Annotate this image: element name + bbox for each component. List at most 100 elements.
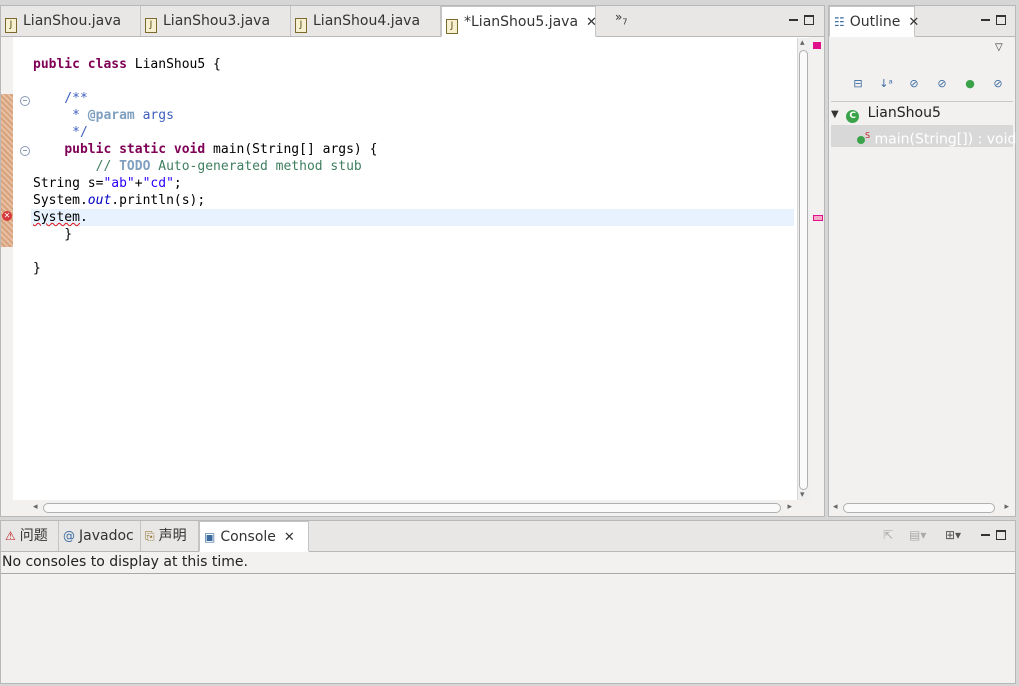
code-line-1: public class LianShou5 {: [33, 57, 221, 72]
tab-label: *LianShou5.java: [464, 14, 579, 30]
code-line-5: */: [33, 125, 88, 140]
close-icon[interactable]: ✕: [908, 15, 919, 30]
maximize-icon[interactable]: [996, 529, 1006, 540]
code-editor[interactable]: − − ✕ public class LianShou5 { /** * @pa…: [1, 37, 823, 500]
quick-diff-ruler: [1, 94, 13, 247]
tab-lianshou5[interactable]: J *LianShou5.java ✕: [441, 6, 597, 37]
fold-collapse-icon[interactable]: −: [20, 96, 30, 106]
scroll-thumb[interactable]: [843, 503, 995, 513]
current-line-highlight: [31, 209, 794, 226]
scroll-right-icon[interactable]: ▸: [1004, 502, 1009, 512]
open-console-icon[interactable]: ⊞▾: [945, 528, 961, 542]
outline-title: Outline: [849, 14, 901, 30]
collapse-all-icon[interactable]: ⊟: [851, 77, 865, 91]
tab-problems[interactable]: ⚠ 问题: [1, 521, 59, 551]
code-line-4: * @param args: [33, 108, 174, 123]
hide-static-icon[interactable]: ⊘: [935, 77, 949, 91]
java-file-icon: J: [446, 19, 458, 34]
horizontal-scrollbar[interactable]: ◂ ▸: [31, 501, 794, 515]
error-icon[interactable]: ✕: [2, 211, 12, 221]
class-icon: C: [846, 110, 860, 123]
editor-window-controls: [789, 12, 814, 26]
tab-label: LianShou.java: [23, 13, 122, 29]
hide-fields-icon[interactable]: ⊘: [907, 77, 921, 91]
java-file-icon: J: [5, 18, 17, 33]
code-line-6: public static void main(String[] args) {: [64, 142, 378, 157]
tree-expand-icon[interactable]: ▼: [831, 109, 839, 120]
console-body: No consoles to display at this time.: [1, 552, 1015, 683]
javadoc-icon: @: [63, 529, 75, 543]
code-line-8: String s="ab"+"cd";: [33, 176, 182, 191]
outline-icon: ☷: [834, 15, 845, 29]
hide-local-types-icon[interactable]: ⊘: [991, 77, 1005, 91]
editor-part: J LianShou.java J LianShou3.java J LianShou…: [0, 5, 825, 517]
sort-icon[interactable]: ↓ᵃ: [879, 77, 893, 91]
overflow-count: 7: [622, 17, 628, 27]
maximize-icon[interactable]: [804, 14, 814, 25]
error-overview-marker[interactable]: [813, 215, 823, 221]
code-line-13: }: [33, 261, 41, 276]
tab-lianshou3[interactable]: J LianShou3.java: [141, 6, 291, 36]
pin-console-icon[interactable]: ⇱: [883, 528, 893, 542]
tab-label: LianShou4.java: [313, 13, 421, 29]
scroll-left-icon[interactable]: ◂: [833, 502, 838, 512]
java-file-icon: J: [295, 18, 307, 33]
scroll-thumb[interactable]: [43, 503, 781, 513]
minimize-icon[interactable]: [981, 18, 990, 21]
tab-lianshou4[interactable]: J LianShou4.java: [291, 6, 441, 36]
outline-tab-bar: ☷ Outline ✕: [829, 6, 1015, 37]
tab-lianshou[interactable]: J LianShou.java: [1, 6, 141, 36]
view-menu-icon[interactable]: ▽: [995, 42, 1003, 53]
console-window-controls: [981, 527, 1006, 541]
display-console-icon[interactable]: ▤▾: [909, 528, 926, 542]
java-file-icon: J: [145, 18, 157, 33]
outline-method-node[interactable]: S main(String[]) : void: [831, 125, 1016, 148]
code-line-11: }: [33, 227, 73, 242]
method-signature: main(String[]) : void: [874, 131, 1017, 148]
class-name: LianShou5: [867, 105, 941, 121]
tab-label: LianShou3.java: [163, 13, 271, 29]
console-part: ⚠ 问题 @ Javadoc ⎘ 声明 ▣ Console ✕ ⇱ ▤▾ ⊞▾ No co…: [0, 520, 1016, 684]
code-line-3: /**: [33, 91, 88, 106]
outline-part: ☷ Outline ✕ ▽ ⊟ ↓ᵃ ⊘ ⊘ ● ⊘ ▼ C LianShou5 S…: [828, 5, 1016, 517]
error-token: System: [33, 210, 80, 225]
problems-icon: ⚠: [5, 529, 16, 543]
fold-collapse-icon[interactable]: −: [20, 146, 30, 156]
divider: [1, 573, 1015, 574]
minimize-icon[interactable]: [981, 533, 990, 536]
close-icon[interactable]: ✕: [284, 530, 295, 545]
horizontal-scrollbar[interactable]: ◂ ▸: [831, 501, 1009, 515]
tab-overflow-button[interactable]: »7: [615, 10, 627, 26]
overview-ruler: [811, 38, 823, 500]
editor-tab-bar: J LianShou.java J LianShou3.java J LianShou…: [1, 6, 824, 37]
bottom-tab-bar: ⚠ 问题 @ Javadoc ⎘ 声明 ▣ Console ✕ ⇱ ▤▾ ⊞▾: [1, 521, 1015, 552]
scroll-thumb[interactable]: [799, 50, 808, 490]
hide-non-public-icon[interactable]: ●: [963, 77, 977, 91]
tab-declaration[interactable]: ⎘ 声明: [141, 521, 199, 551]
close-icon[interactable]: ✕: [586, 15, 597, 30]
console-icon: ▣: [204, 530, 216, 544]
scroll-down-icon[interactable]: ▾: [800, 490, 805, 500]
outline-class-node[interactable]: ▼ C LianShou5: [831, 102, 941, 124]
console-message: No consoles to display at this time.: [2, 554, 248, 570]
vertical-scrollbar[interactable]: ▴ ▾: [797, 38, 810, 500]
method-icon: [857, 135, 865, 144]
code-line-10: System.: [33, 210, 88, 225]
maximize-icon[interactable]: [996, 14, 1006, 25]
outline-window-controls: [981, 12, 1006, 26]
tab-console[interactable]: ▣ Console ✕: [199, 521, 309, 552]
scroll-right-icon[interactable]: ▸: [787, 502, 792, 512]
error-summary-icon[interactable]: [813, 42, 821, 49]
tab-label: 声明: [158, 528, 187, 544]
tab-label: Console: [220, 529, 276, 545]
tab-javadoc[interactable]: @ Javadoc: [59, 521, 141, 551]
scroll-left-icon[interactable]: ◂: [33, 502, 38, 512]
tab-outline[interactable]: ☷ Outline ✕: [829, 6, 919, 37]
code-line-9: System.out.println(s);: [33, 193, 206, 208]
scroll-up-icon[interactable]: ▴: [800, 38, 805, 48]
declaration-icon: ⎘: [145, 529, 155, 543]
code-line-7: // TODO Auto-generated method stub: [95, 159, 362, 174]
minimize-icon[interactable]: [789, 18, 798, 21]
static-marker: S: [865, 131, 871, 140]
tab-label: 问题: [19, 528, 48, 544]
